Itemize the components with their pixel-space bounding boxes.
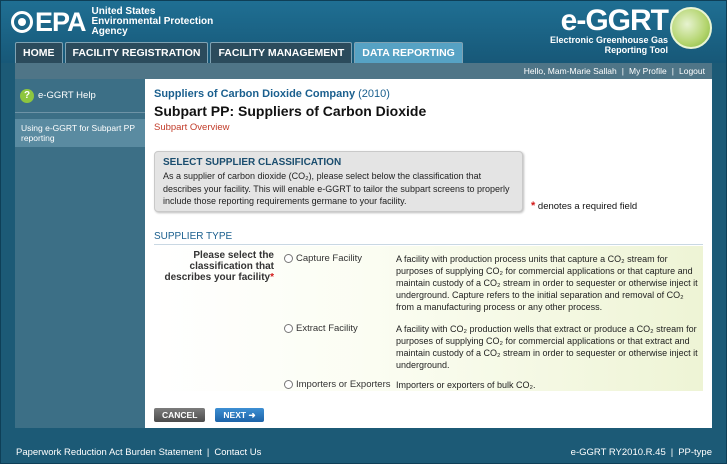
eggrt-title: e-GGRT [560,4,669,37]
epa-seal-icon [11,11,33,33]
capture-facility-radio[interactable] [284,254,293,263]
footer-separator: | [670,447,674,458]
required-note: * denotes a required field [531,200,637,212]
footer-left: Paperwork Reduction Act Burden Statement… [16,442,261,463]
classification-callout: SELECT SUPPLIER CLASSIFICATION As a supp… [154,151,523,212]
form-type: PP-type [678,447,712,458]
eggrt-subtitle: Electronic Greenhouse Gas Reporting Tool [550,35,668,55]
main-content: Suppliers of Carbon Dioxide Company (201… [145,79,712,428]
importers-exporters-description: Importers or exporters of bulk CO₂. [396,380,536,390]
epa-wordmark: EPA [11,6,87,38]
sidebar: ? e-GGRT Help Using e-GGRT for Subpart P… [15,79,145,428]
epa-mark-text: EPA [35,6,87,37]
next-button[interactable]: NEXT ➜ [215,408,264,422]
cancel-button[interactable]: CANCEL [154,408,206,422]
eggrt-swirl-icon [670,7,712,49]
logout-link[interactable]: Logout [679,66,705,76]
footer-separator: | [206,447,210,458]
contact-link[interactable]: Contact Us [214,447,261,458]
tab-facility-management[interactable]: FACILITY MANAGEMENT [210,42,353,63]
tab-data-reporting[interactable]: DATA REPORTING [354,42,463,63]
capture-facility-option[interactable]: Capture Facility [284,253,362,264]
footer: Paperwork Reduction Act Burden Statement… [1,442,726,463]
sidebar-help-link[interactable]: Using e-GGRT for Subpart PP reporting [15,119,145,147]
app-window: EPA United States Environmental Protecti… [0,0,727,464]
section-label: SUPPLIER TYPE [154,231,703,245]
my-profile-link[interactable]: My Profile [629,66,667,76]
eggrt-subtitle-line-2: Reporting Tool [604,45,668,55]
next-label: NEXT [223,410,247,420]
extract-facility-label[interactable]: Extract Facility [296,323,358,334]
question-text: Please select the classification that de… [164,250,274,283]
callout-title: SELECT SUPPLIER CLASSIFICATION [163,157,342,168]
epa-logo[interactable]: EPA United States Environmental Protecti… [11,7,213,37]
company-heading: Suppliers of Carbon Dioxide Company (201… [154,88,703,100]
required-note-text: denotes a required field [537,201,638,212]
tab-facility-registration[interactable]: FACILITY REGISTRATION [64,42,209,63]
tab-home[interactable]: HOME [15,42,63,63]
userbar-separator: | [621,66,624,76]
form-buttons: CANCEL NEXT ➜ [154,408,264,422]
capture-facility-label[interactable]: Capture Facility [296,253,362,264]
eggrt-subtitle-line-1: Electronic Greenhouse Gas [549,35,668,45]
help-label: e-GGRT Help [38,90,96,101]
capture-facility-description: A facility with production process units… [396,254,698,312]
help-header[interactable]: ? e-GGRT Help [15,79,145,113]
main-nav: HOME FACILITY REGISTRATION FACILITY MANA… [15,42,463,63]
epa-agency-name: United States Environmental Protection A… [92,7,214,37]
importers-exporters-radio[interactable] [284,380,293,389]
footer-right: e-GGRT RY2010.R.45 | PP-type [571,442,712,463]
importers-exporters-option[interactable]: Importers or Exporters [284,379,391,390]
header: EPA United States Environmental Protecti… [1,1,726,63]
extract-facility-description: A facility with CO₂ production wells tha… [396,324,698,370]
subpart-overview-link[interactable]: Subpart Overview [154,122,703,133]
page-title: Subpart PP: Suppliers of Carbon Dioxide [154,103,427,119]
extract-facility-radio[interactable] [284,324,293,333]
extract-facility-option[interactable]: Extract Facility [284,323,358,334]
arrow-right-icon: ➜ [248,410,256,420]
required-star-icon: * [531,200,536,212]
user-greeting: Hello, Mam-Marie Sallah [523,66,617,76]
required-star-icon: * [270,272,274,283]
epa-line-3: Agency [91,26,128,37]
supplier-type-options: Please select the classification that de… [154,246,703,391]
paperwork-link[interactable]: Paperwork Reduction Act Burden Statement [16,447,202,458]
eggrt-logo: e-GGRT Electronic Greenhouse Gas Reporti… [550,4,669,56]
version-text: e-GGRT RY2010.R.45 [570,447,666,458]
company-name: Suppliers of Carbon Dioxide Company [154,88,356,100]
callout-body: As a supplier of carbon dioxide (CO₂), p… [163,171,510,206]
importers-exporters-label[interactable]: Importers or Exporters [296,379,391,390]
question-label: Please select the classification that de… [154,250,274,283]
reporting-year: (2010) [358,88,390,100]
user-bar: Hello, Mam-Marie Sallah | My Profile | Logou… [15,63,712,79]
userbar-separator: | [671,66,674,76]
help-icon: ? [20,88,34,103]
